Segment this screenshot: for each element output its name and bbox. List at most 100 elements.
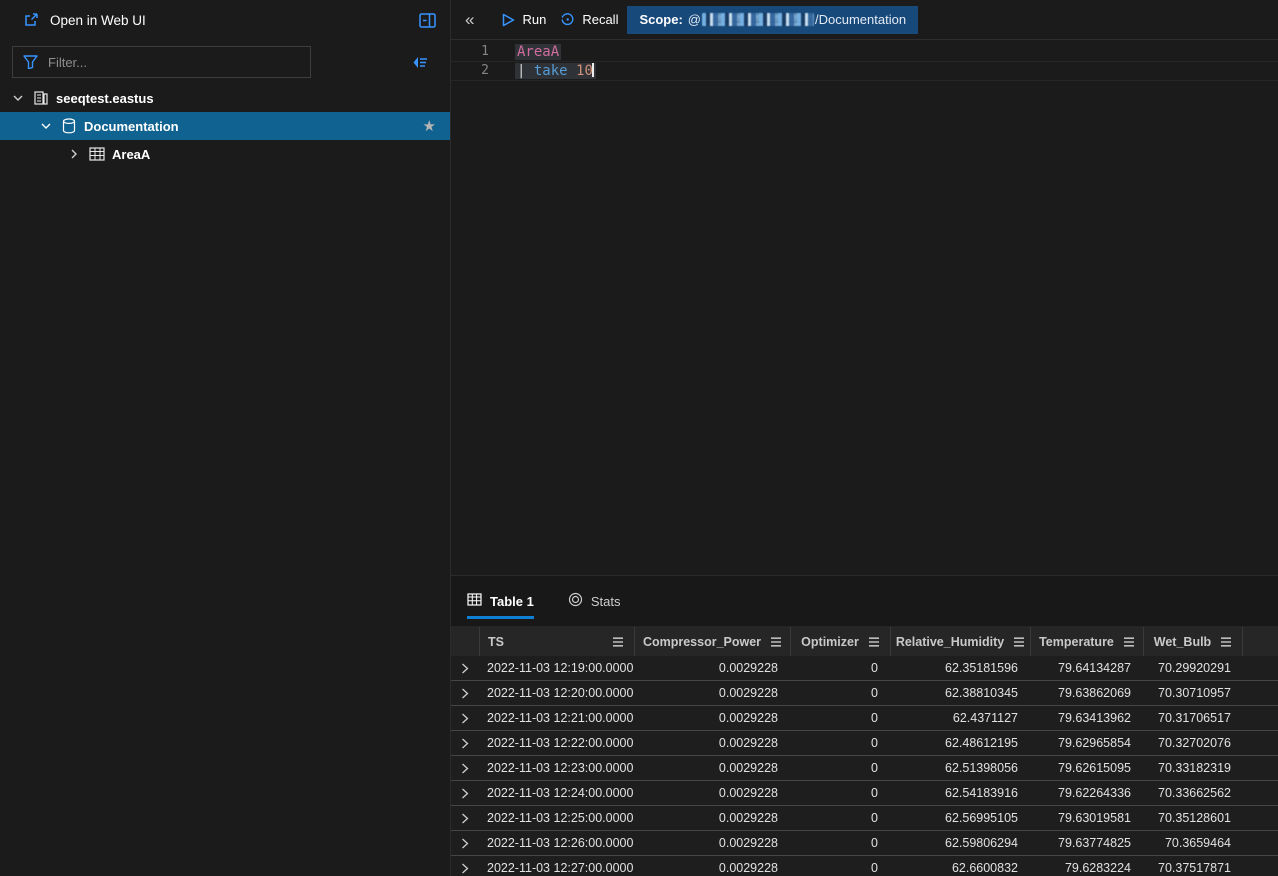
cell-filler	[1243, 806, 1278, 830]
cluster-label: seeqtest.eastus	[56, 91, 154, 106]
cell-compressor_power: 0.0029228	[634, 681, 790, 705]
table-header-row: TSCompressor_Power Optimizer Relative_Humi…	[451, 627, 1278, 656]
row-expander-icon[interactable]	[451, 756, 479, 780]
text-cursor	[592, 63, 594, 77]
cell-relative_humidity: 62.4371127	[890, 706, 1030, 730]
filter-placeholder: Filter...	[48, 55, 87, 70]
tab-stats[interactable]: Stats	[568, 576, 621, 626]
filter-input[interactable]: Filter...	[12, 46, 311, 78]
cell-optimizer: 0	[790, 781, 890, 805]
cell-temperature: 79.64134287	[1030, 656, 1143, 680]
row-expander-icon[interactable]	[451, 831, 479, 855]
chevron-right-icon[interactable]	[66, 146, 82, 162]
filter-list-icon[interactable]	[411, 55, 428, 70]
table-row[interactable]: 2022-11-03 12:20:00.00000.0029228062.388…	[451, 681, 1278, 706]
cell-compressor_power: 0.0029228	[634, 806, 790, 830]
row-expander-icon[interactable]	[451, 681, 479, 705]
table-row[interactable]: 2022-11-03 12:25:00.00000.0029228062.569…	[451, 806, 1278, 831]
row-expander-icon[interactable]	[451, 781, 479, 805]
recall-button[interactable]: Recall	[560, 12, 618, 27]
table-row[interactable]: 2022-11-03 12:21:00.00000.0029228062.437…	[451, 706, 1278, 731]
row-expander-icon[interactable]	[451, 806, 479, 830]
scope-badge[interactable]: Scope: @/Documentation	[627, 6, 918, 34]
row-expander-icon[interactable]	[451, 706, 479, 730]
cell-relative_humidity: 62.51398056	[890, 756, 1030, 780]
tree-item-database[interactable]: Documentation ★	[0, 112, 450, 140]
run-button[interactable]: Run	[502, 12, 546, 27]
split-editor-icon[interactable]	[419, 13, 436, 28]
column-header-temperature[interactable]: Temperature	[1030, 627, 1143, 656]
recall-label: Recall	[582, 12, 618, 27]
table-row[interactable]: 2022-11-03 12:27:00.00000.0029228062.660…	[451, 856, 1278, 876]
column-menu-icon[interactable]	[770, 637, 782, 647]
recall-icon	[560, 12, 575, 27]
filter-actions	[321, 55, 436, 70]
funnel-icon	[23, 55, 38, 69]
column-menu-icon[interactable]	[1013, 637, 1025, 647]
line-number: 2	[451, 62, 495, 80]
open-in-web-ui-button[interactable]: Open in Web UI	[24, 12, 146, 28]
table-row[interactable]: 2022-11-03 12:19:00.00000.0029228062.351…	[451, 656, 1278, 681]
connection-tree: seeqtest.eastus Documentation ★	[0, 84, 450, 168]
chevron-down-icon[interactable]	[10, 90, 26, 106]
column-label: Wet_Bulb	[1154, 635, 1211, 649]
table-row[interactable]: 2022-11-03 12:23:00.00000.0029228062.513…	[451, 756, 1278, 781]
column-menu-icon[interactable]	[612, 637, 624, 647]
tree-item-cluster[interactable]: seeqtest.eastus	[0, 84, 450, 112]
cell-temperature: 79.63019581	[1030, 806, 1143, 830]
cell-filler	[1243, 706, 1278, 730]
table-row[interactable]: 2022-11-03 12:24:00.00000.0029228062.541…	[451, 781, 1278, 806]
cell-wet_bulb: 70.30710957	[1143, 681, 1243, 705]
table-grid-icon	[467, 593, 482, 609]
cell-wet_bulb: 70.3659464	[1143, 831, 1243, 855]
chevron-down-icon[interactable]	[38, 118, 54, 134]
column-header-compressor_power[interactable]: Compressor_Power	[634, 627, 790, 656]
cell-wet_bulb: 70.29920291	[1143, 656, 1243, 680]
query-toolbar: « Run Recall Scope: @/Documentation	[451, 0, 1278, 40]
cell-ts: 2022-11-03 12:24:00.0000	[479, 781, 634, 805]
table-label: AreaA	[112, 147, 150, 162]
collapse-panel-button[interactable]: «	[465, 10, 474, 30]
cell-compressor_power: 0.0029228	[634, 731, 790, 755]
column-label: Optimizer	[801, 635, 859, 649]
column-menu-icon[interactable]	[1220, 637, 1232, 647]
column-header-ts[interactable]: TS	[479, 627, 634, 656]
row-expander-icon[interactable]	[451, 656, 479, 680]
cell-compressor_power: 0.0029228	[634, 656, 790, 680]
cell-compressor_power: 0.0029228	[634, 831, 790, 855]
column-label: Relative_Humidity	[896, 635, 1004, 649]
cell-temperature: 79.63774825	[1030, 831, 1143, 855]
cell-compressor_power: 0.0029228	[634, 856, 790, 876]
column-header-optimizer[interactable]: Optimizer	[790, 627, 890, 656]
column-header-wet_bulb[interactable]: Wet_Bulb	[1143, 627, 1243, 656]
cell-ts: 2022-11-03 12:21:00.0000	[479, 706, 634, 730]
cell-compressor_power: 0.0029228	[634, 756, 790, 780]
line-number: 1	[451, 43, 495, 61]
cell-temperature: 79.62965854	[1030, 731, 1143, 755]
tree-item-table[interactable]: AreaA	[0, 140, 450, 168]
cluster-icon	[32, 89, 50, 107]
table-row[interactable]: 2022-11-03 12:22:00.00000.0029228062.486…	[451, 731, 1278, 756]
tab-table-1[interactable]: Table 1	[467, 576, 534, 626]
table-row[interactable]: 2022-11-03 12:26:00.00000.0029228062.598…	[451, 831, 1278, 856]
filter-row: Filter...	[0, 40, 450, 84]
external-link-icon	[24, 12, 40, 28]
open-in-web-ui-label: Open in Web UI	[50, 13, 146, 28]
column-header-relative_humidity[interactable]: Relative_Humidity	[890, 627, 1030, 656]
cell-optimizer: 0	[790, 806, 890, 830]
cell-optimizer: 0	[790, 656, 890, 680]
cell-optimizer: 0	[790, 756, 890, 780]
row-expander-icon[interactable]	[451, 856, 479, 876]
column-menu-icon[interactable]	[868, 637, 880, 647]
code-editor[interactable]: 1 AreaA 2 | take 10	[451, 40, 1278, 575]
cell-relative_humidity: 62.59806294	[890, 831, 1030, 855]
cell-filler	[1243, 831, 1278, 855]
database-label: Documentation	[84, 119, 179, 134]
cell-compressor_power: 0.0029228	[634, 706, 790, 730]
cell-relative_humidity: 62.6600832	[890, 856, 1030, 876]
row-expander-icon[interactable]	[451, 731, 479, 755]
sidebar: Open in Web UI Filter...	[0, 0, 451, 876]
column-menu-icon[interactable]	[1123, 637, 1135, 647]
results-table: TSCompressor_Power Optimizer Relative_Humi…	[451, 627, 1278, 876]
star-icon[interactable]: ★	[423, 117, 436, 135]
